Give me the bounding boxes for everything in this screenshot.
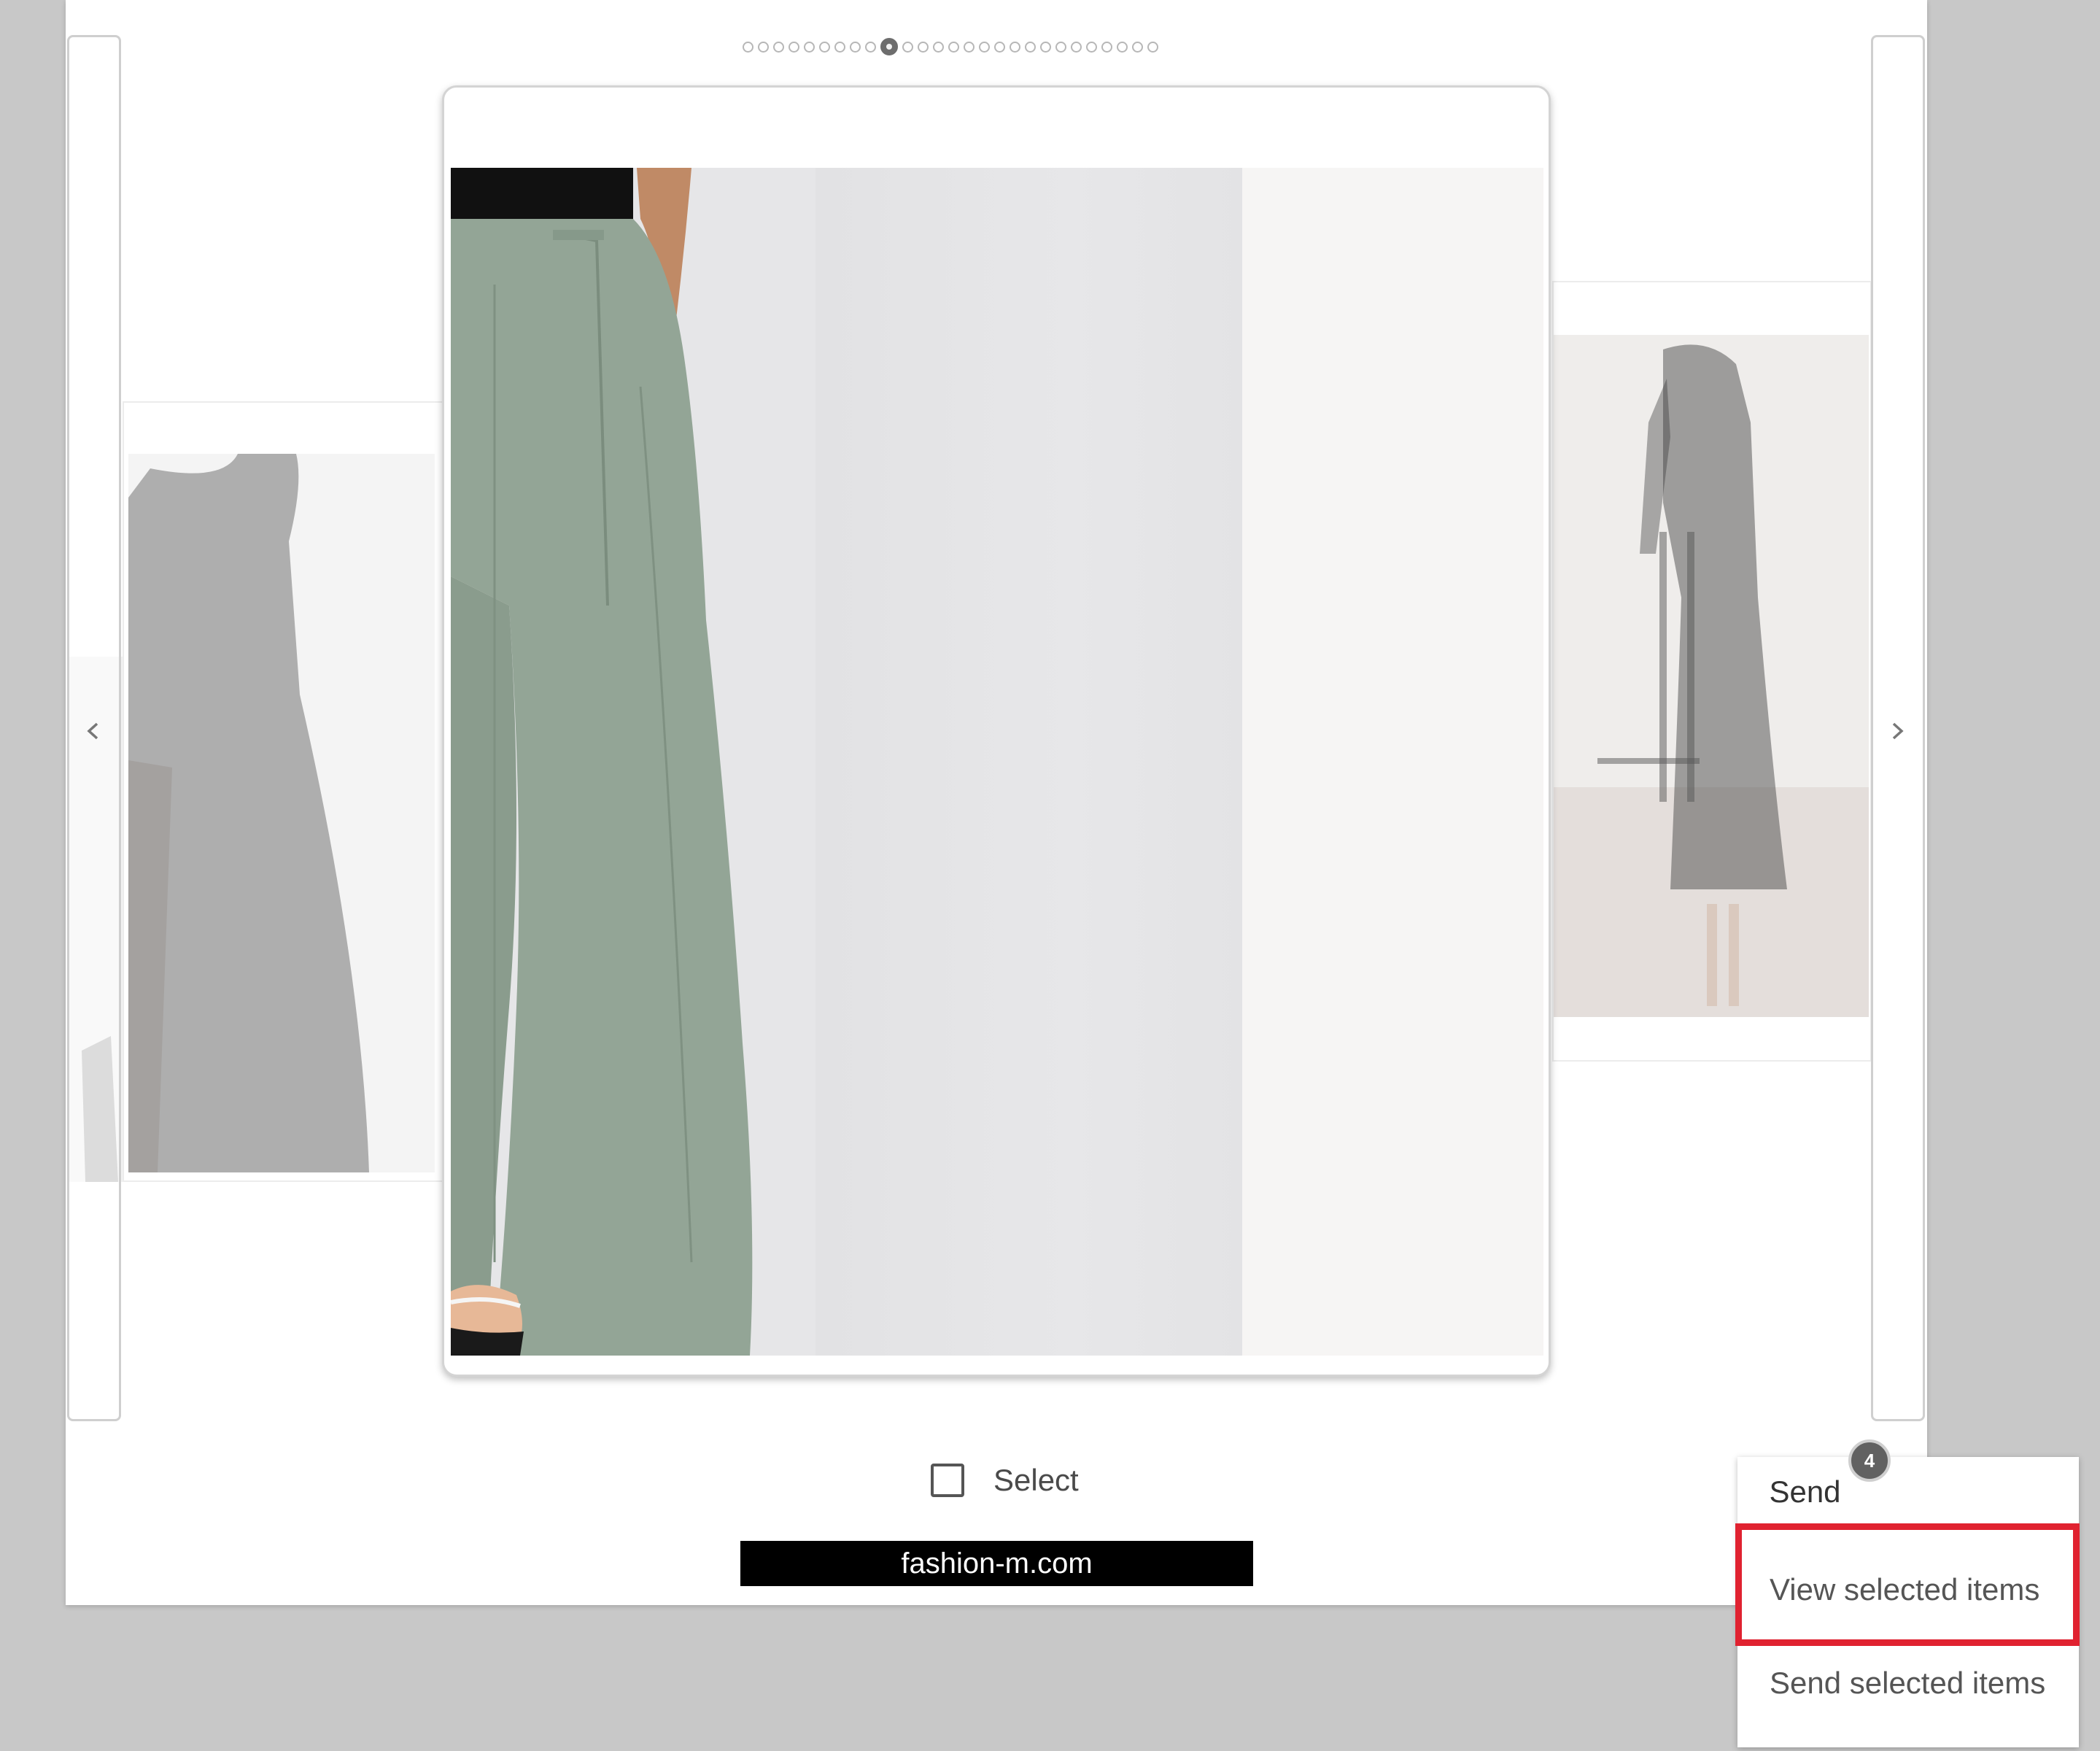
source-domain-banner: fashion-m.com <box>740 1541 1253 1586</box>
carousel-dot[interactable] <box>964 41 975 53</box>
carousel-dot[interactable] <box>1010 41 1020 53</box>
carousel-dot[interactable] <box>918 41 929 53</box>
carousel-dot[interactable] <box>948 41 959 53</box>
menu-item-label: Send selected items <box>1770 1666 2046 1700</box>
carousel-dot[interactable] <box>850 41 861 53</box>
chevron-left-icon[interactable] <box>79 716 108 746</box>
carousel-dot[interactable] <box>1147 41 1158 53</box>
carousel-dot[interactable] <box>865 41 876 53</box>
carousel-dot[interactable] <box>1071 41 1082 53</box>
send-selected-items-menu-item[interactable]: Send selected items <box>1737 1639 2079 1727</box>
carousel-dot[interactable] <box>1132 41 1143 53</box>
carousel-dot[interactable] <box>758 41 769 53</box>
product-image-dress-longsleeve <box>1554 335 1869 1017</box>
carousel-dot[interactable] <box>743 41 753 53</box>
carousel-dot[interactable] <box>979 41 990 53</box>
carousel-dot[interactable] <box>933 41 944 53</box>
carousel-pagination <box>743 36 1158 57</box>
carousel-dot[interactable] <box>834 41 845 53</box>
select-row[interactable]: Select <box>931 1463 1079 1498</box>
carousel-dot[interactable] <box>1040 41 1051 53</box>
carousel-card-previous[interactable] <box>123 401 443 1182</box>
select-checkbox[interactable] <box>931 1464 964 1497</box>
carousel-dot[interactable] <box>1086 41 1097 53</box>
carousel-card-current[interactable] <box>442 85 1551 1377</box>
carousel-dot[interactable] <box>994 41 1005 53</box>
carousel-dot[interactable] <box>1025 41 1036 53</box>
selected-count-badge: 4 <box>1848 1439 1891 1482</box>
carousel-dot[interactable] <box>789 41 799 53</box>
carousel-dot[interactable] <box>773 41 784 53</box>
product-image-dress-sleeveless <box>128 454 435 1172</box>
send-button-label: Send <box>1769 1474 1841 1509</box>
carousel-dot[interactable] <box>1055 41 1066 53</box>
chevron-right-icon[interactable] <box>1883 716 1912 746</box>
select-label: Select <box>993 1463 1079 1497</box>
carousel-card-next[interactable] <box>1552 281 1872 1062</box>
product-image-trousers <box>451 168 1543 1356</box>
carousel-dot[interactable] <box>902 41 913 53</box>
carousel-dot[interactable] <box>1101 41 1112 53</box>
carousel-dot-active[interactable] <box>880 38 898 55</box>
highlight-annotation <box>1735 1523 2080 1646</box>
carousel-dot[interactable] <box>804 41 815 53</box>
carousel-dot[interactable] <box>1117 41 1128 53</box>
carousel-dot[interactable] <box>819 41 830 53</box>
